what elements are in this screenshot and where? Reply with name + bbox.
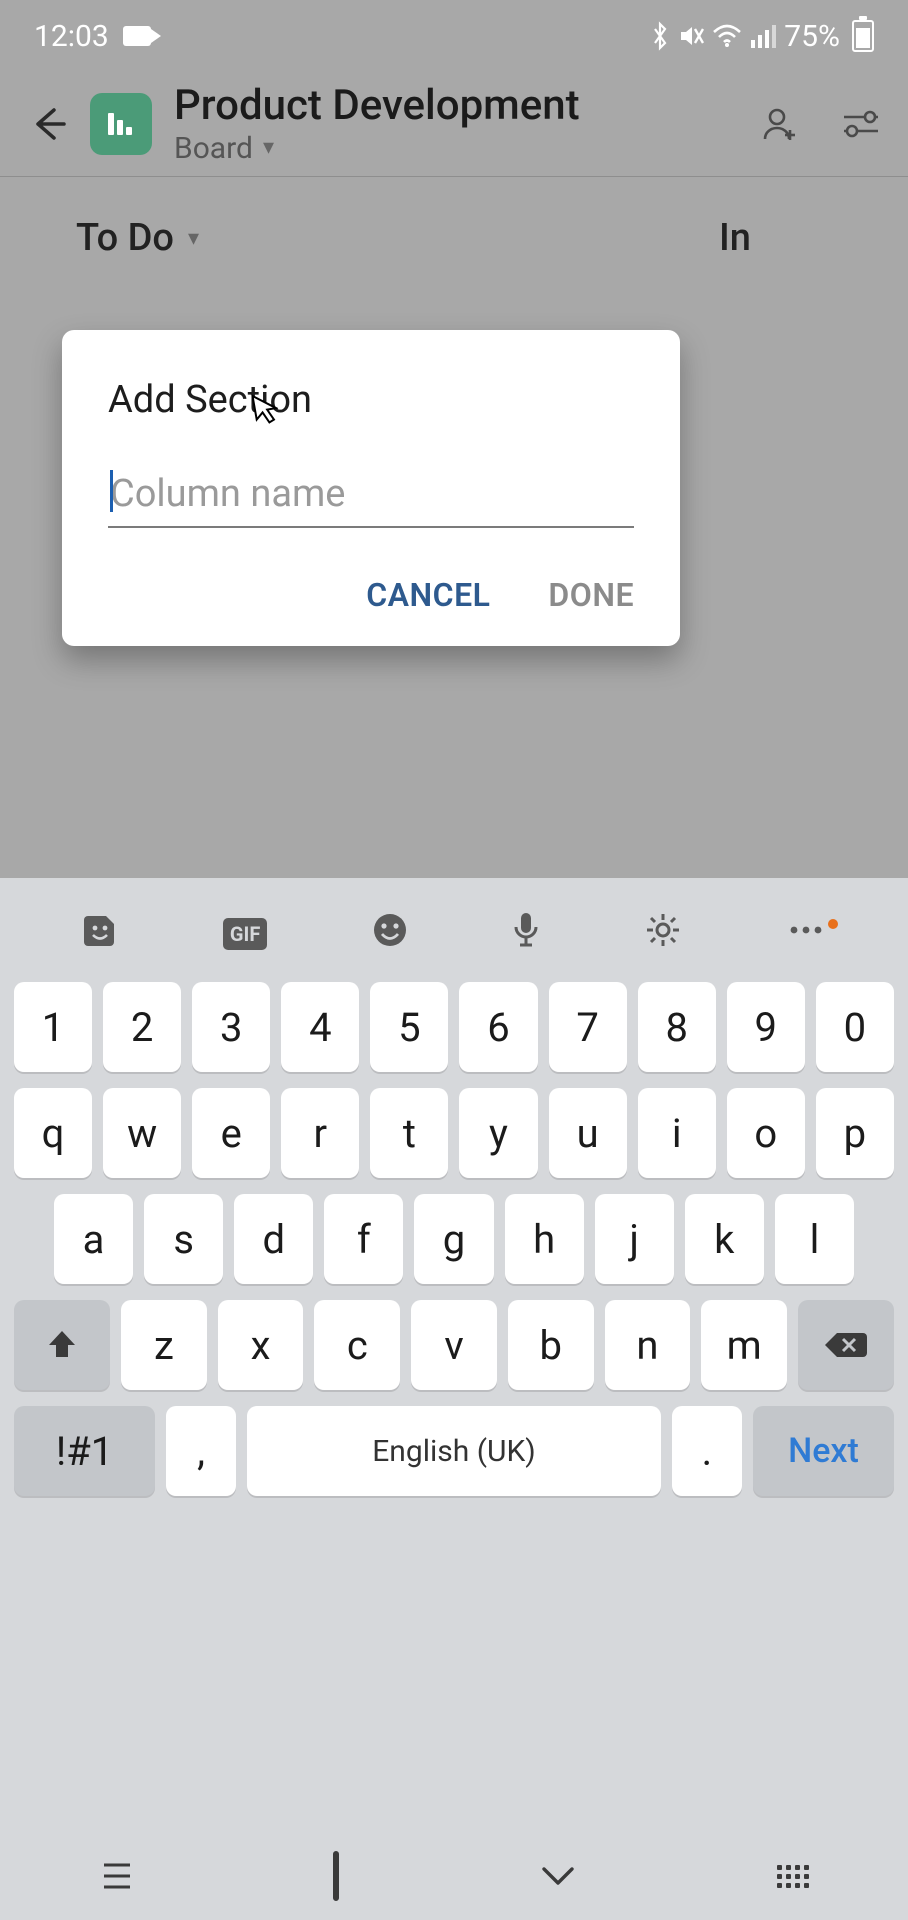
key-z[interactable]: z (121, 1300, 207, 1390)
key-h[interactable]: h (505, 1194, 584, 1284)
wifi-icon (712, 24, 742, 48)
key-i[interactable]: i (638, 1088, 716, 1178)
mute-icon (678, 23, 704, 49)
key-r[interactable]: r (281, 1088, 359, 1178)
column-header-next[interactable]: In (719, 216, 751, 260)
keyboard-row-top: qwertyuiop (14, 1088, 894, 1178)
key-w[interactable]: w (103, 1088, 181, 1178)
key-c[interactable]: c (314, 1300, 400, 1390)
soft-keyboard: GIF 1234567890 qwertyuiop asdfghjkl zxcv… (0, 878, 908, 1920)
comma-key[interactable]: , (166, 1406, 236, 1496)
shift-key[interactable] (14, 1300, 110, 1390)
recording-icon (123, 26, 151, 46)
next-key[interactable]: Next (753, 1406, 894, 1496)
gif-icon[interactable]: GIF (223, 910, 267, 950)
key-g[interactable]: g (414, 1194, 493, 1284)
battery-percentage: 75% (784, 19, 840, 54)
key-j[interactable]: j (595, 1194, 674, 1284)
battery-icon (852, 20, 874, 52)
text-caret (110, 470, 113, 512)
key-1[interactable]: 1 (14, 982, 92, 1072)
key-2[interactable]: 2 (103, 982, 181, 1072)
key-8[interactable]: 8 (638, 982, 716, 1072)
key-9[interactable]: 9 (727, 982, 805, 1072)
key-u[interactable]: u (549, 1088, 627, 1178)
done-button[interactable]: DONE (548, 576, 634, 614)
view-label: Board (174, 132, 253, 165)
key-4[interactable]: 4 (281, 982, 359, 1072)
keyboard-switch-button[interactable] (777, 1865, 809, 1888)
recents-button[interactable] (100, 1861, 134, 1891)
key-p[interactable]: p (816, 1088, 894, 1178)
key-l[interactable]: l (775, 1194, 854, 1284)
key-5[interactable]: 5 (370, 982, 448, 1072)
keyboard-row-space: !#1 , English (UK) . Next (14, 1406, 894, 1496)
key-t[interactable]: t (370, 1088, 448, 1178)
status-time: 12:03 (34, 19, 109, 54)
key-n[interactable]: n (605, 1300, 691, 1390)
key-q[interactable]: q (14, 1088, 92, 1178)
board-columns: To Do ▾ In (0, 216, 908, 260)
sticker-icon[interactable] (82, 912, 118, 948)
hide-keyboard-button[interactable] (538, 1863, 578, 1889)
add-section-dialog: Add Section CANCEL DONE (62, 330, 680, 646)
key-y[interactable]: y (459, 1088, 537, 1178)
column-title: In (719, 216, 751, 260)
chevron-down-icon: ▾ (188, 226, 199, 251)
key-f[interactable]: f (324, 1194, 403, 1284)
keyboard-toolbar: GIF (0, 878, 908, 982)
symbols-key[interactable]: !#1 (14, 1406, 155, 1496)
key-6[interactable]: 6 (459, 982, 537, 1072)
view-switcher[interactable]: Board ▾ (174, 132, 580, 165)
key-m[interactable]: m (701, 1300, 787, 1390)
project-title[interactable]: Product Development (174, 83, 580, 129)
key-x[interactable]: x (218, 1300, 304, 1390)
key-o[interactable]: o (727, 1088, 805, 1178)
key-3[interactable]: 3 (192, 982, 270, 1072)
keyboard-row-bottom: zxcvbnm (14, 1300, 894, 1390)
header-divider (0, 176, 908, 177)
keyboard-row-numbers: 1234567890 (14, 982, 894, 1072)
home-button[interactable] (333, 1854, 339, 1898)
dialog-title: Add Section (108, 378, 634, 422)
project-icon[interactable] (90, 93, 152, 155)
voice-input-icon[interactable] (512, 911, 540, 949)
column-header-todo[interactable]: To Do ▾ (76, 216, 199, 260)
mouse-cursor-icon (249, 390, 281, 428)
emoji-icon[interactable] (372, 912, 408, 948)
keyboard-more-icon[interactable] (786, 923, 826, 937)
key-e[interactable]: e (192, 1088, 270, 1178)
key-b[interactable]: b (508, 1300, 594, 1390)
key-v[interactable]: v (411, 1300, 497, 1390)
cancel-button[interactable]: CANCEL (366, 576, 490, 614)
space-key[interactable]: English (UK) (247, 1406, 661, 1496)
column-name-input[interactable] (108, 466, 634, 528)
key-s[interactable]: s (144, 1194, 223, 1284)
settings-button[interactable] (842, 109, 880, 139)
key-k[interactable]: k (685, 1194, 764, 1284)
backspace-key[interactable] (798, 1300, 894, 1390)
app-header: Product Development Board ▾ (0, 72, 908, 176)
chevron-down-icon: ▾ (263, 136, 274, 160)
key-7[interactable]: 7 (549, 982, 627, 1072)
signal-icon (750, 24, 776, 48)
key-d[interactable]: d (234, 1194, 313, 1284)
key-0[interactable]: 0 (816, 982, 894, 1072)
status-bar: 12:03 75% (0, 0, 908, 72)
keyboard-row-mid: asdfghjkl (14, 1194, 894, 1284)
add-member-button[interactable] (762, 106, 798, 142)
keyboard-settings-icon[interactable] (645, 912, 681, 948)
android-nav-bar (0, 1832, 908, 1920)
key-a[interactable]: a (54, 1194, 133, 1284)
period-key[interactable]: . (672, 1406, 742, 1496)
back-button[interactable] (28, 104, 68, 144)
column-title: To Do (76, 216, 174, 260)
bluetooth-icon (650, 21, 670, 51)
